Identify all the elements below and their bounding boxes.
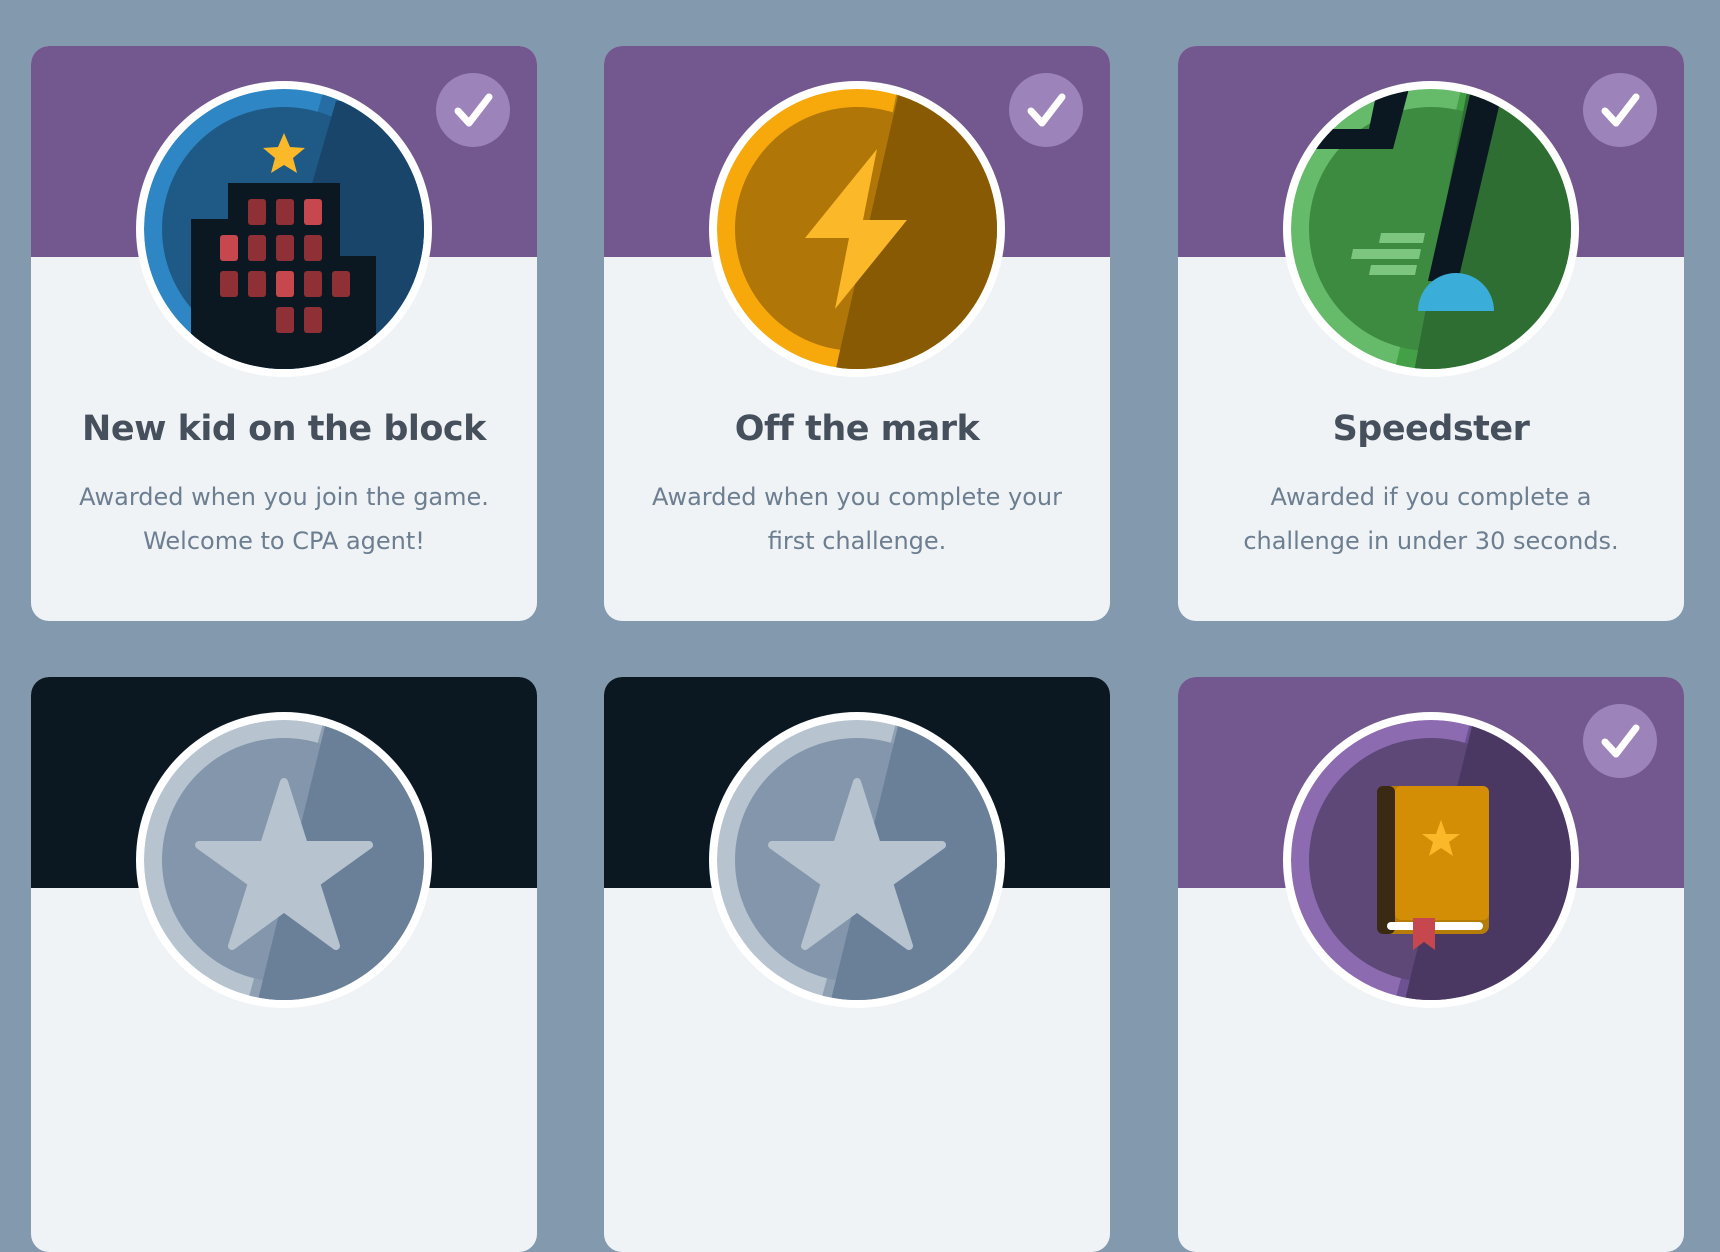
earned-check-icon: [1583, 73, 1657, 147]
book-icon: [1283, 712, 1579, 1008]
star-icon: [709, 712, 1005, 1008]
earned-check-icon: [436, 73, 510, 147]
achievement-description: Awarded when you complete your first cha…: [652, 483, 1062, 555]
achievement-title: New kid on the block: [82, 409, 486, 449]
achievement-description: Awarded when you join the game. Welcome …: [79, 483, 489, 555]
achievement-card-book[interactable]: [1178, 677, 1684, 1252]
achievement-card-locked[interactable]: [604, 677, 1110, 1252]
achievement-title: Off the mark: [734, 409, 980, 449]
city-building-icon: [136, 81, 432, 377]
achievement-description: Awarded if you complete a challenge in u…: [1243, 483, 1619, 555]
achievements-grid: New kid on the block Awarded when you jo…: [0, 0, 1720, 1252]
achievement-card-new-kid[interactable]: New kid on the block Awarded when you jo…: [31, 46, 537, 621]
achievement-card-off-the-mark[interactable]: Off the mark Awarded when you complete y…: [604, 46, 1110, 621]
achievement-title: Speedster: [1332, 409, 1530, 449]
lightning-bolt-icon: [709, 81, 1005, 377]
earned-check-icon: [1009, 73, 1083, 147]
achievement-card-locked[interactable]: [31, 677, 537, 1252]
earned-check-icon: [1583, 704, 1657, 778]
stopwatch-speed-icon: [1283, 81, 1579, 377]
star-icon: [136, 712, 432, 1008]
achievement-card-speedster[interactable]: Speedster Awarded if you complete a chal…: [1178, 46, 1684, 621]
